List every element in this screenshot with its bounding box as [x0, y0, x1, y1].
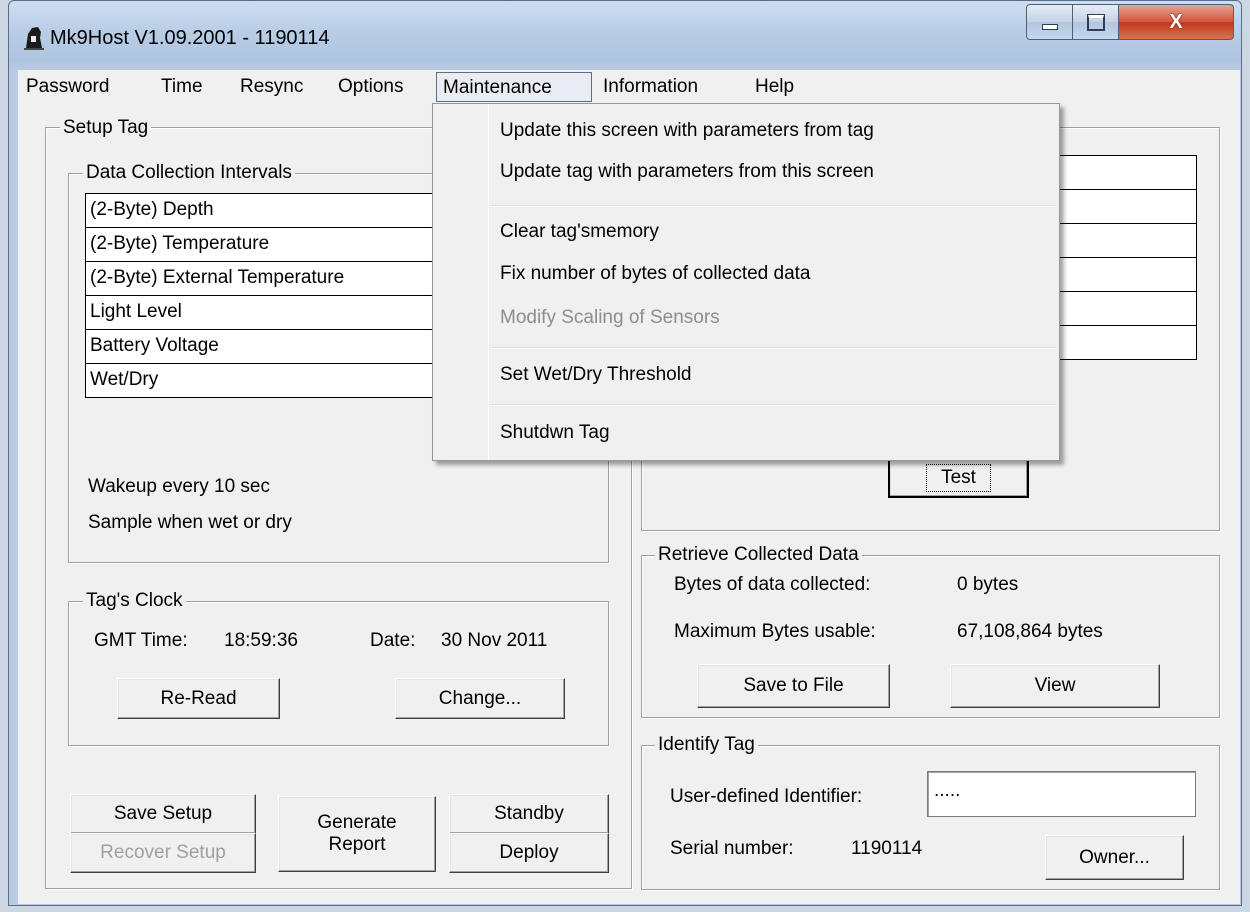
reread-button[interactable]: Re-Read [117, 678, 280, 719]
menuitem-set-wet-dry-threshold[interactable]: Set Wet/Dry Threshold [500, 362, 691, 388]
interval-row-depth[interactable]: (2-Byte) Depth [85, 193, 445, 228]
app-icon[interactable] [22, 24, 46, 50]
menuitem-modify-scaling[interactable]: Modify Scaling of Sensors [500, 305, 720, 331]
dropdown-gutter [488, 104, 489, 460]
save-to-file-button[interactable]: Save to File [697, 664, 890, 708]
gmt-time-label: GMT Time: [94, 630, 188, 651]
interval-row-external-temperature[interactable]: (2-Byte) External Temperature [85, 261, 445, 296]
generate-report-line2: Report [328, 834, 386, 855]
menuitem-fix-bytes-collected[interactable]: Fix number of bytes of collected data [500, 261, 811, 287]
deploy-button[interactable]: Deploy [449, 833, 609, 873]
menu-separator [490, 404, 1056, 406]
retrieve-data-label: Retrieve Collected Data [655, 544, 862, 566]
view-button[interactable]: View [950, 664, 1160, 708]
maximize-icon [1086, 13, 1105, 31]
wakeup-text: Wakeup every 10 sec [88, 476, 270, 497]
gmt-time-value: 18:59:36 [224, 630, 298, 651]
menu-password[interactable]: Password [20, 72, 115, 102]
tags-clock-label: Tag's Clock [83, 590, 186, 612]
serial-number-value: 1190114 [851, 838, 923, 859]
max-bytes-value: 67,108,864 bytes [957, 621, 1103, 642]
interval-row-temperature[interactable]: (2-Byte) Temperature [85, 227, 445, 262]
interval-row-battery-voltage[interactable]: Battery Voltage [85, 329, 445, 364]
owner-button[interactable]: Owner... [1045, 835, 1184, 880]
interval-row-light-level[interactable]: Light Level [85, 295, 445, 330]
date-label: Date: [370, 630, 416, 651]
data-collection-label: Data Collection Intervals [83, 162, 295, 184]
close-button[interactable]: X [1119, 4, 1234, 40]
menu-time[interactable]: Time [155, 72, 209, 102]
maximize-button[interactable] [1073, 4, 1119, 40]
serial-number-label: Serial number: [670, 838, 794, 859]
generate-report-button[interactable]: Generate Report [278, 796, 436, 872]
menuitem-shutdown-tag[interactable]: Shutdwn Tag [500, 420, 610, 446]
menuitem-update-tag-from-screen[interactable]: Update tag with parameters from this scr… [500, 159, 874, 185]
user-identifier-label: User-defined Identifier: [670, 786, 863, 807]
setup-tag-label: Setup Tag [60, 117, 152, 139]
bytes-collected-value: 0 bytes [957, 574, 1019, 595]
menu-separator [490, 347, 1056, 349]
test-button-label: Test [926, 463, 991, 492]
recover-setup-button[interactable]: Recover Setup [70, 833, 256, 873]
standby-button[interactable]: Standby [449, 794, 609, 834]
menu-information[interactable]: Information [597, 72, 704, 102]
menu-help[interactable]: Help [749, 72, 800, 102]
test-button[interactable]: Test [888, 457, 1029, 498]
date-value: 30 Nov 2011 [441, 630, 548, 651]
max-bytes-label: Maximum Bytes usable: [674, 621, 876, 642]
menu-resync[interactable]: Resync [234, 72, 309, 102]
menuitem-clear-tag-memory[interactable]: Clear tag'smemory [500, 219, 659, 245]
sample-text: Sample when wet or dry [88, 512, 292, 533]
change-clock-button[interactable]: Change... [395, 678, 565, 719]
interval-row-wet-dry[interactable]: Wet/Dry [85, 363, 445, 398]
bytes-collected-label: Bytes of data collected: [674, 574, 871, 595]
menu-maintenance[interactable]: Maintenance [436, 72, 592, 102]
window-title: Mk9Host V1.09.2001 - 1190114 [50, 27, 330, 49]
user-identifier-input[interactable]: ..... [927, 771, 1196, 817]
minimize-icon [1041, 24, 1058, 30]
menuitem-update-screen-from-tag[interactable]: Update this screen with parameters from … [500, 118, 874, 144]
tags-clock-group [68, 601, 609, 746]
identify-tag-label: Identify Tag [655, 734, 758, 756]
minimize-button[interactable] [1026, 4, 1073, 40]
menu-options[interactable]: Options [332, 72, 409, 102]
save-setup-button[interactable]: Save Setup [70, 794, 256, 834]
menu-separator [490, 205, 1056, 207]
close-icon: X [1169, 10, 1183, 33]
generate-report-line1: Generate [317, 812, 397, 833]
